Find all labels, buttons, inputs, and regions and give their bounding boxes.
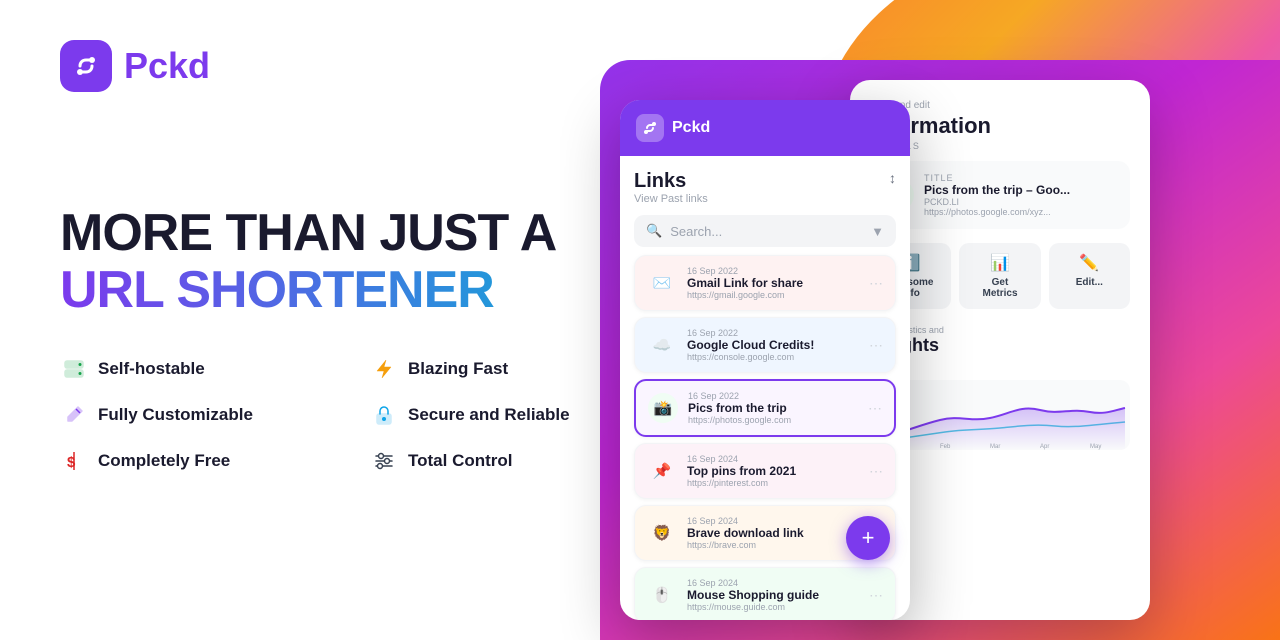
link-date-4: 16 Sep 2024: [687, 454, 859, 464]
fab-add-button[interactable]: +: [846, 516, 890, 560]
app-topbar-title: Pckd: [672, 119, 710, 137]
action-btn-edit[interactable]: ✏️ Edit...: [1049, 243, 1130, 309]
action-btn-metrics[interactable]: 📊 GetMetrics: [959, 243, 1040, 309]
link-date-6: 16 Sep 2024: [687, 578, 859, 588]
sliders-icon: [370, 447, 398, 475]
link-favicon-mouse: 🖱️: [647, 580, 677, 610]
feature-blazing-fast: Blazing Fast: [370, 355, 640, 383]
edit-icon: ✏️: [1057, 253, 1122, 273]
pencil-icon: [60, 401, 88, 429]
headline-line2: URL SHORTENER: [60, 262, 640, 319]
sort-icon[interactable]: ↕: [889, 170, 896, 186]
preview-pckd-label: PCKD.LI: [924, 197, 1070, 207]
link-date-1: 16 Sep 2022: [687, 266, 859, 276]
links-subtitle: View Past links: [634, 193, 708, 205]
link-card-1[interactable]: ✉️ 16 Sep 2022 Gmail Link for share http…: [634, 255, 896, 311]
svg-text:May: May: [1090, 444, 1101, 450]
link-more-6[interactable]: ⋯: [869, 587, 883, 604]
link-info-4: 16 Sep 2024 Top pins from 2021 https://p…: [687, 454, 859, 488]
feature-secure-reliable: Secure and Reliable: [370, 401, 640, 429]
svg-text:Mar: Mar: [990, 444, 1000, 450]
svg-text:Apr: Apr: [1040, 444, 1049, 450]
action-edit-label: Edit...: [1057, 277, 1122, 288]
link-favicon-pinterest: 📌: [647, 456, 677, 486]
app-topbar-icon: [636, 114, 664, 142]
link-info-2: 16 Sep 2022 Google Cloud Credits! https:…: [687, 328, 859, 362]
link-favicon-photos: 📸: [648, 393, 678, 423]
link-more-4[interactable]: ⋯: [869, 463, 883, 480]
link-info-5: 16 Sep 2024 Brave download link https://…: [687, 516, 859, 550]
filter-icon[interactable]: ▼: [871, 224, 884, 239]
logo-icon: [60, 40, 112, 92]
link-favicon-gmail: ✉️: [647, 268, 677, 298]
link-card-2[interactable]: ☁️ 16 Sep 2022 Google Cloud Credits! htt…: [634, 317, 896, 373]
app-topbar: Pckd: [620, 100, 910, 156]
feature-secure-reliable-text: Secure and Reliable: [408, 405, 570, 425]
link-card-6[interactable]: 🖱️ 16 Sep 2024 Mouse Shopping guide http…: [634, 567, 896, 620]
preview-title-label: TITLE: [924, 173, 1070, 183]
link-info-6: 16 Sep 2024 Mouse Shopping guide https:/…: [687, 578, 859, 612]
lightning-icon: [370, 355, 398, 383]
link-info-1: 16 Sep 2022 Gmail Link for share https:/…: [687, 266, 859, 300]
link-date-2: 16 Sep 2022: [687, 328, 859, 338]
link-name-2: Google Cloud Credits!: [687, 338, 859, 352]
link-url-5: https://brave.com: [687, 540, 859, 550]
link-more-3[interactable]: ⋯: [868, 400, 882, 417]
logo-area: Pckd: [60, 40, 210, 92]
link-name-3: Pics from the trip: [688, 401, 858, 415]
link-url-1: https://gmail.google.com: [687, 290, 859, 300]
link-name-6: Mouse Shopping guide: [687, 588, 859, 602]
link-date-3: 16 Sep 2022: [688, 391, 858, 401]
dollar-icon: $: [60, 447, 88, 475]
server-icon: [60, 355, 88, 383]
headline-line1: MORE THAN JUST A: [60, 205, 640, 262]
logo-text: Pckd: [124, 45, 210, 87]
link-name-4: Top pins from 2021: [687, 464, 859, 478]
feature-self-hostable-text: Self-hostable: [98, 359, 205, 379]
preview-info: TITLE Pics from the trip – Goo... PCKD.L…: [924, 173, 1070, 217]
links-title: Links: [634, 170, 708, 193]
link-url-3: https://photos.google.com: [688, 415, 858, 425]
link-info-3: 16 Sep 2022 Pics from the trip https://p…: [688, 391, 858, 425]
metrics-icon: 📊: [967, 253, 1032, 273]
search-bar[interactable]: 🔍 Search... ▼: [634, 215, 896, 247]
right-panel: Pckd Links View Past links ↕ 🔍 Search...…: [560, 0, 1280, 640]
link-card-3-active[interactable]: 📸 16 Sep 2022 Pics from the trip https:/…: [634, 379, 896, 437]
lock-icon: [370, 401, 398, 429]
link-favicon-gcloud: ☁️: [647, 330, 677, 360]
action-metrics-label: GetMetrics: [967, 277, 1032, 299]
preview-target-url: https://photos.google.com/xyz...: [924, 207, 1070, 217]
link-url-6: https://mouse.guide.com: [687, 602, 859, 612]
link-card-4[interactable]: 📌 16 Sep 2024 Top pins from 2021 https:/…: [634, 443, 896, 499]
link-name-1: Gmail Link for share: [687, 276, 859, 290]
search-icon: 🔍: [646, 223, 662, 239]
feature-self-hostable: Self-hostable: [60, 355, 330, 383]
link-url-4: https://pinterest.com: [687, 478, 859, 488]
feature-total-control-text: Total Control: [408, 451, 513, 471]
view-edit-label: View and edit: [870, 100, 1130, 111]
feature-completely-free: $ Completely Free: [60, 447, 330, 475]
feature-fully-customizable-text: Fully Customizable: [98, 405, 253, 425]
feature-blazing-fast-text: Blazing Fast: [408, 359, 508, 379]
headline: MORE THAN JUST A URL SHORTENER: [60, 205, 640, 319]
links-header: Links View Past links ↕: [634, 170, 896, 205]
feature-completely-free-text: Completely Free: [98, 451, 230, 471]
link-url-2: https://console.google.com: [687, 352, 859, 362]
link-date-5: 16 Sep 2024: [687, 516, 859, 526]
search-bar-placeholder: Search...: [670, 224, 722, 239]
link-favicon-brave: 🦁: [647, 518, 677, 548]
feature-total-control: Total Control: [370, 447, 640, 475]
link-more-1[interactable]: ⋯: [869, 275, 883, 292]
svg-text:Feb: Feb: [940, 444, 951, 450]
app-window-links[interactable]: Pckd Links View Past links ↕ 🔍 Search...…: [620, 100, 910, 620]
features-grid: Self-hostable Blazing Fast Fully Customi…: [60, 355, 640, 475]
left-panel: Pckd MORE THAN JUST A URL SHORTENER Self…: [60, 0, 640, 640]
link-name-5: Brave download link: [687, 526, 859, 540]
link-more-2[interactable]: ⋯: [869, 337, 883, 354]
preview-title-value: Pics from the trip – Goo...: [924, 183, 1070, 197]
feature-fully-customizable: Fully Customizable: [60, 401, 330, 429]
